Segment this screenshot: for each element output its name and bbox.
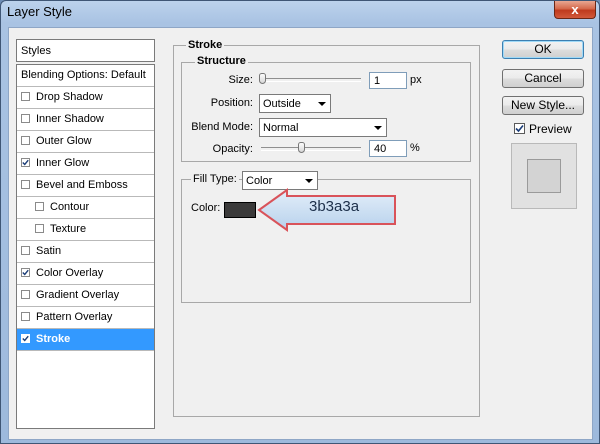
blend-mode-value: Normal	[263, 122, 299, 134]
effect-item-outer-glow[interactable]: Outer Glow	[17, 131, 154, 153]
effect-checkbox[interactable]	[21, 114, 30, 123]
effect-item-contour[interactable]: Contour	[17, 197, 154, 219]
layer-style-dialog: Layer Style x Styles Blending Options: D…	[0, 0, 600, 444]
effect-item-label: Inner Shadow	[36, 113, 104, 125]
effect-checkbox[interactable]	[21, 334, 30, 343]
effect-item-label: Color Overlay	[36, 267, 104, 279]
effect-item-label: Gradient Overlay	[36, 289, 120, 301]
style-preview-thumbnail	[511, 143, 577, 209]
stroke-color-swatch[interactable]	[224, 202, 256, 218]
effects-list: Blending Options: Default Drop Shadow Inne…	[16, 64, 155, 429]
effect-item-label: Inner Glow	[36, 157, 90, 169]
effect-item-label: Drop Shadow	[36, 91, 103, 103]
checkmark-icon	[22, 335, 29, 342]
effect-item-inner-shadow[interactable]: Inner Shadow	[17, 109, 154, 131]
effect-item-stroke[interactable]: Stroke	[17, 329, 154, 351]
size-label: Size:	[228, 74, 253, 86]
fill-type-label: Fill Type:	[191, 173, 239, 185]
chevron-down-icon	[305, 179, 313, 183]
chevron-down-icon	[374, 126, 382, 130]
size-unit: px	[410, 74, 422, 86]
styles-header-label: Styles	[21, 45, 51, 57]
effect-checkbox[interactable]	[21, 92, 30, 101]
opacity-unit: %	[410, 142, 420, 154]
dialog-client-area: Styles Blending Options: Default Drop Sha…	[8, 27, 593, 440]
checkmark-icon	[22, 269, 29, 276]
blend-mode-label: Blend Mode:	[191, 121, 253, 133]
styles-header[interactable]: Styles	[16, 39, 155, 62]
effect-checkbox[interactable]	[21, 312, 30, 321]
chevron-down-icon	[318, 102, 326, 106]
stroke-section-title: Stroke	[186, 39, 225, 51]
effect-item-label: Satin	[36, 245, 62, 257]
cancel-button[interactable]: Cancel	[502, 69, 584, 88]
effect-item-label: Outer Glow	[36, 135, 92, 147]
effect-checkbox[interactable]	[35, 202, 44, 211]
effect-checkbox[interactable]	[21, 180, 30, 189]
title-bar[interactable]: Layer Style x	[1, 1, 599, 25]
effect-item-satin[interactable]: Satin	[17, 241, 154, 263]
effect-checkbox[interactable]	[35, 224, 44, 233]
size-slider-track[interactable]	[261, 78, 361, 82]
effect-item-gradient-overlay[interactable]: Gradient Overlay	[17, 285, 154, 307]
size-slider-thumb[interactable]	[259, 73, 266, 84]
effect-checkbox[interactable]	[21, 246, 30, 255]
structure-section-title: Structure	[195, 55, 248, 67]
position-select[interactable]: Outside	[259, 94, 331, 113]
position-value: Outside	[263, 98, 301, 110]
ok-button[interactable]: OK	[502, 40, 584, 59]
opacity-slider-track[interactable]	[261, 147, 361, 151]
checkmark-icon	[515, 124, 524, 133]
opacity-slider-thumb[interactable]	[298, 142, 305, 153]
effect-item-inner-glow[interactable]: Inner Glow	[17, 153, 154, 175]
effect-item-pattern-overlay[interactable]: Pattern Overlay	[17, 307, 154, 329]
close-button[interactable]: x	[554, 1, 596, 19]
effect-item-label: Stroke	[36, 333, 71, 345]
effect-item-label: Contour	[50, 201, 90, 213]
effect-item-label: Pattern Overlay	[36, 311, 113, 323]
window-title: Layer Style	[7, 4, 73, 19]
new-style-button[interactable]: New Style...	[502, 96, 584, 115]
callout-label: 3b3a3a	[309, 198, 360, 215]
effect-checkbox[interactable]	[21, 158, 30, 167]
color-label: Color:	[191, 202, 221, 214]
preview-inner-square	[527, 159, 561, 193]
preview-checkbox[interactable]	[514, 123, 525, 134]
effect-item-bevel-and-emboss[interactable]: Bevel and Emboss	[17, 175, 154, 197]
position-label: Position:	[210, 97, 253, 109]
effect-item-label: Blending Options: Default	[21, 69, 146, 81]
effect-item-blending-options-default[interactable]: Blending Options: Default	[17, 65, 154, 87]
effect-checkbox[interactable]	[21, 268, 30, 277]
effect-item-label: Bevel and Emboss	[36, 179, 128, 191]
effect-checkbox[interactable]	[21, 290, 30, 299]
blend-mode-select[interactable]: Normal	[259, 118, 387, 137]
opacity-input[interactable]: 40	[369, 140, 407, 157]
effect-item-drop-shadow[interactable]: Drop Shadow	[17, 87, 154, 109]
effect-item-texture[interactable]: Texture	[17, 219, 154, 241]
effect-checkbox[interactable]	[21, 136, 30, 145]
checkmark-icon	[22, 159, 29, 166]
opacity-label: Opacity:	[212, 143, 253, 155]
preview-label: Preview	[529, 122, 572, 136]
size-input[interactable]: 1	[369, 72, 407, 89]
effect-item-color-overlay[interactable]: Color Overlay	[17, 263, 154, 285]
effect-item-label: Texture	[50, 223, 87, 235]
